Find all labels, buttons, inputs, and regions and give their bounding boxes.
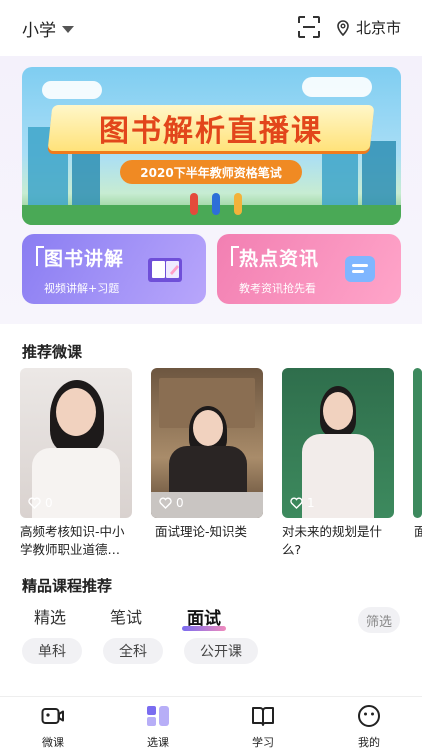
teacher-face [193,410,223,446]
tabbar-item-microcourse[interactable]: 微课 [23,703,83,749]
banner-title: 图书解析直播课 [99,114,323,149]
video-card[interactable] [413,368,422,518]
tab-written-exam[interactable]: 笔试 [110,604,142,628]
tabbar-label: 我的 [358,736,380,749]
top-bar: 小学 北京市 [0,0,422,56]
teacher-face [56,388,96,436]
cloud-decoration [42,81,102,99]
cloud-decoration [302,77,372,97]
grade-label: 小学 [22,21,56,41]
caret-down-icon [62,26,74,33]
likes-count: 0 [176,496,184,510]
chip-all-subjects[interactable]: 全科 [103,638,163,664]
heart-icon [28,497,41,509]
chip-label: 全科 [119,644,147,660]
chip-label: 公开课 [200,644,242,660]
video-title[interactable]: 面 [414,523,422,541]
filter-label: 筛选 [365,614,392,630]
student-figure [212,193,220,215]
recommended-section-title: 推荐微课 [22,343,83,361]
grid-icon [147,706,169,726]
tab-featured[interactable]: 精选 [34,604,66,628]
feature-card-subtitle: 视频讲解+习题 [44,282,120,295]
likes-counter: 0 [28,496,53,510]
tabbar-label: 学习 [252,736,274,749]
building-decoration [72,151,100,207]
feature-card-subtitle: 教考资讯抢先看 [239,282,316,295]
video-card[interactable]: 0 [151,368,263,518]
promo-banner[interactable]: 图书解析直播课 2020下半年教师资格笔试 [22,67,401,225]
book-icon [148,258,182,282]
banner-ribbon: 2020下半年教师资格笔试 [120,160,302,184]
video-title[interactable]: 高频考核知识-中小学教师职业道德… [20,523,136,559]
grade-selector[interactable]: 小学 [22,16,74,41]
bottom-tab-bar: 微课 选课 学习 我的 [0,696,422,750]
teacher-face [323,392,353,430]
building-decoration [362,141,396,207]
feature-card-title: 图书讲解 [44,248,125,270]
student-figure [234,193,242,215]
tabbar-item-mine[interactable]: 我的 [339,703,399,749]
chip-single-subject[interactable]: 单科 [22,638,82,664]
hero-section: 图书解析直播课 2020下半年教师资格笔试 图书讲解 视频讲解+习题 热点资讯 … [0,56,422,324]
heart-icon [290,497,303,509]
filter-button[interactable]: 筛选 [358,607,400,633]
feature-card-hot-news[interactable]: 热点资讯 教考资讯抢先看 [217,234,401,304]
feature-card-title: 热点资讯 [239,248,320,270]
banner-title-plate: 图书解析直播课 [47,105,375,151]
scan-icon[interactable] [298,16,320,38]
likes-counter: 1 [290,496,315,510]
tabbar-item-select-course[interactable]: 选课 [128,703,188,749]
likes-count: 1 [307,496,315,510]
book-open-icon [252,707,274,726]
heart-icon [159,497,172,509]
tabbar-label: 选课 [147,736,169,749]
banner-subtitle: 2020下半年教师资格笔试 [140,165,282,180]
tabbar-label: 微课 [42,736,64,749]
likes-count: 0 [45,496,53,510]
chip-open-course[interactable]: 公开课 [184,638,258,664]
premium-section-title: 精品课程推荐 [22,577,113,595]
video-title[interactable]: 对未来的规划是什么? [282,523,394,559]
likes-counter: 0 [159,496,184,510]
feature-card-book-explain[interactable]: 图书讲解 视频讲解+习题 [22,234,206,304]
video-card[interactable]: 0 [20,368,132,518]
video-card[interactable]: 1 [282,368,394,518]
chip-label: 单科 [38,644,66,660]
message-icon [345,256,375,282]
active-tab-indicator [182,626,226,631]
bracket-decoration [36,246,44,266]
location-label: 北京市 [356,19,402,37]
location-selector[interactable]: 北京市 [336,17,401,38]
video-icon [41,708,64,724]
student-figure [190,193,198,215]
tabbar-item-study[interactable]: 学习 [233,703,293,749]
video-title[interactable]: 面试理论-知识类 [155,523,271,541]
smiley-icon [358,705,380,727]
location-pin-icon [337,19,349,36]
bracket-decoration [231,246,239,266]
